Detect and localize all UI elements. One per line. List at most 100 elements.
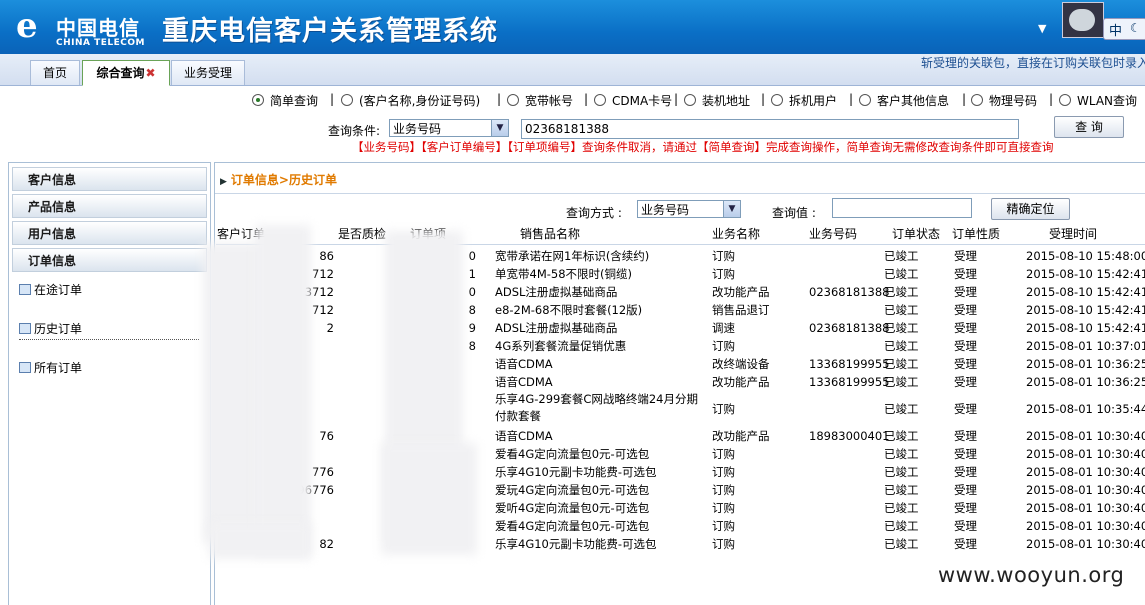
orders-panel: ▶ 订单信息>历史订单 查询方式 : 业务号码 ▼ 查询值 : 精确定位 客户订单… xyxy=(203,162,1145,605)
query-value-input[interactable] xyxy=(832,198,972,218)
sidebar-section-user[interactable]: 用户信息 xyxy=(12,221,207,245)
radio-simple-query[interactable]: 简单查询 xyxy=(252,92,318,109)
radio-customer-name-id[interactable]: (客户名称,身份证号码) xyxy=(341,92,480,109)
cell-type: 受理 xyxy=(954,375,977,389)
cell-status: 已竣工 xyxy=(884,537,919,551)
table-row[interactable]: 712 8 e8-2M-68不限时套餐(12版) 销售品退订 已竣工 受理 2015-08-… xyxy=(216,301,1145,319)
radio-label: 物理号码 xyxy=(989,94,1038,108)
cell-service: 销售品退订 xyxy=(712,303,770,317)
exact-locate-button[interactable]: 精确定位 xyxy=(991,198,1070,220)
table-row[interactable]: 乐享4G-299套餐C网战略终端24月分期付款套餐 订购 已竣工 受理 2015-08-… xyxy=(216,391,1145,427)
cell-time: 2015-08-01 10:30:40 xyxy=(1026,447,1145,461)
sidebar-section-product[interactable]: 产品信息 xyxy=(12,194,207,218)
radio-icon xyxy=(594,94,606,106)
cell-time: 2015-08-01 10:36:25 xyxy=(1026,375,1145,389)
tab-bar: 首页 综合查询✖ 业务受理 斩受理的关联包，直接在订购关联包时录入 xyxy=(0,54,1145,86)
cell-service: 订购 xyxy=(712,483,735,497)
cell-product: 爱看4G定向流量包0元-可选包 xyxy=(495,519,650,533)
sidebar-section-customer[interactable]: 客户信息 xyxy=(12,167,207,191)
cell-type: 受理 xyxy=(954,303,977,317)
sidebar-item-history-orders[interactable]: 历史订单 xyxy=(19,319,199,340)
radio-wlan-query[interactable]: WLAN查询 xyxy=(1059,92,1137,109)
separator: | xyxy=(1049,92,1054,106)
tab-general-query[interactable]: 综合查询✖ xyxy=(82,60,170,86)
ime-label: 中 xyxy=(1109,24,1123,39)
cell-type: 受理 xyxy=(954,465,977,479)
divider xyxy=(216,244,1145,245)
table-row[interactable]: 2 9 ADSL注册虚拟基础商品 调速 02368181388 已竣工 受理 2015-08-… xyxy=(216,319,1145,337)
logo-cn-text: 中国电信 xyxy=(56,16,140,40)
radio-label: 客户其他信息 xyxy=(877,94,950,108)
radio-install-address[interactable]: 装机地址 xyxy=(684,92,750,109)
sidebar-item-in-transit-orders[interactable]: 在途订单 xyxy=(19,280,199,300)
radio-customer-other[interactable]: 客户其他信息 xyxy=(859,92,949,109)
condition-value-input[interactable]: 02368181388 xyxy=(521,119,1019,139)
cell-time: 2015-08-01 10:30:40 xyxy=(1026,483,1145,497)
chevron-down-icon[interactable]: ▼ xyxy=(1038,22,1046,35)
cell-product: 语音CDMA xyxy=(495,357,553,371)
cell-time: 2015-08-01 10:35:44 xyxy=(1026,402,1145,416)
cell-product: ADSL注册虚拟基础商品 xyxy=(495,285,618,299)
cell-service: 改功能产品 xyxy=(712,375,770,389)
close-icon[interactable]: ✖ xyxy=(145,66,155,80)
tab-home[interactable]: 首页 xyxy=(30,60,80,85)
search-area: 简单查询 | (客户名称,身份证号码) | 宽带帐号 | CDMA卡号 | 装机… xyxy=(0,86,1145,156)
cell-status: 已竣工 xyxy=(884,501,919,515)
privacy-mask xyxy=(255,225,311,555)
breadcrumb: ▶ 订单信息>历史订单 xyxy=(220,171,337,188)
cell-service: 订购 xyxy=(712,339,735,353)
table-row[interactable]: 712 1 单宽带4M-58不限时(铜缆) 订购 已竣工 受理 2015-08-10 15:… xyxy=(216,265,1145,283)
cell-time: 2015-08-01 10:30:40 xyxy=(1026,465,1145,479)
radio-selected-icon xyxy=(252,94,264,106)
chevron-down-icon: ▼ xyxy=(491,120,508,136)
moon-icon: ☾ xyxy=(1130,21,1141,35)
radio-label: (客户名称,身份证号码) xyxy=(359,94,481,108)
cell-type: 受理 xyxy=(954,537,977,551)
radio-removed-user[interactable]: 拆机用户 xyxy=(771,92,837,109)
cell-status: 已竣工 xyxy=(884,429,919,443)
cell-status: 已竣工 xyxy=(884,339,919,353)
table-row[interactable]: 爱看4G定向流量包0元-可选包 订购 已竣工 受理 2015-08-01 10:30:4… xyxy=(216,445,1145,463)
search-button[interactable]: 查 询 xyxy=(1054,116,1124,138)
radio-label: CDMA卡号 xyxy=(612,94,673,108)
cell-status: 已竣工 xyxy=(884,447,919,461)
sidebar: 客户信息 产品信息 用户信息 订单信息 在途订单 历史订单 所有订单 xyxy=(8,162,211,605)
radio-broadband-account[interactable]: 宽带帐号 xyxy=(507,92,573,109)
query-mode-select[interactable]: 业务号码 ▼ xyxy=(637,200,741,218)
tab-business[interactable]: 业务受理 xyxy=(171,60,245,85)
table-row[interactable]: 796776 爱玩4G定向流量包0元-可选包 订购 已竣工 受理 2015-08-01 1… xyxy=(216,481,1145,499)
cell-type: 受理 xyxy=(954,339,977,353)
cell-status: 已竣工 xyxy=(884,303,919,317)
logo-en-text: CHINA TELECOM xyxy=(56,38,145,48)
table-row[interactable]: 爱看4G定向流量包0元-可选包 订购 已竣工 受理 2015-08-01 10:30:4… xyxy=(216,517,1145,535)
sidebar-item-label: 在途订单 xyxy=(34,283,83,297)
cell-type: 受理 xyxy=(954,483,977,497)
divider xyxy=(215,193,1145,194)
folder-icon xyxy=(19,284,31,295)
cell-product: 爱看4G定向流量包0元-可选包 xyxy=(495,447,650,461)
table-row[interactable]: 爱听4G定向流量包0元-可选包 订购 已竣工 受理 2015-08-01 10:30:4… xyxy=(216,499,1145,517)
sidebar-item-label: 所有订单 xyxy=(34,361,83,375)
radio-cdma-card[interactable]: CDMA卡号 xyxy=(594,92,672,109)
radio-icon xyxy=(341,94,353,106)
table-row[interactable]: 82 乐享4G10元副卡功能费-可选包 订购 已竣工 受理 2015-08-01 10:3… xyxy=(216,535,1145,553)
radio-icon xyxy=(971,94,983,106)
telecom-logo-icon: e xyxy=(16,6,38,46)
cell-product: 4G系列套餐流量促销优惠 xyxy=(495,339,627,353)
sidebar-item-all-orders[interactable]: 所有订单 xyxy=(19,358,199,378)
table-row[interactable]: 语音CDMA 改功能产品 13368199955 已竣工 受理 2015-08-01 10… xyxy=(216,373,1145,391)
list-icon xyxy=(19,323,31,334)
ime-toolbar[interactable]: 中 ☾ xyxy=(1103,18,1145,40)
table-row[interactable]: 776 乐享4G10元副卡功能费-可选包 订购 已竣工 受理 2015-08-01 10:… xyxy=(216,463,1145,481)
col-header-qc: 是否质检 xyxy=(338,227,387,241)
condition-type-select[interactable]: 业务号码 ▼ xyxy=(389,119,509,137)
table-row[interactable]: 3712 0 ADSL注册虚拟基础商品 改功能产品 02368181388 已竣工 受理 20… xyxy=(216,283,1145,301)
table-row[interactable]: 8 4G系列套餐流量促销优惠 订购 已竣工 受理 2015-08-01 10:37:01 xyxy=(216,337,1145,355)
sidebar-section-order[interactable]: 订单信息 xyxy=(12,248,207,272)
cell-type: 受理 xyxy=(954,519,977,533)
cell-service: 改功能产品 xyxy=(712,429,770,443)
table-row[interactable]: 76 语音CDMA 改功能产品 18983000401 已竣工 受理 2015-08-01 … xyxy=(216,427,1145,445)
radio-physical-number[interactable]: 物理号码 xyxy=(971,92,1037,109)
table-row[interactable]: 86 0 宽带承诺在网1年标识(含续约) 订购 已竣工 受理 2015-08-10 15:4… xyxy=(216,247,1145,265)
table-row[interactable]: 语音CDMA 改终端设备 13368199955 已竣工 受理 2015-08-01 10… xyxy=(216,355,1145,373)
